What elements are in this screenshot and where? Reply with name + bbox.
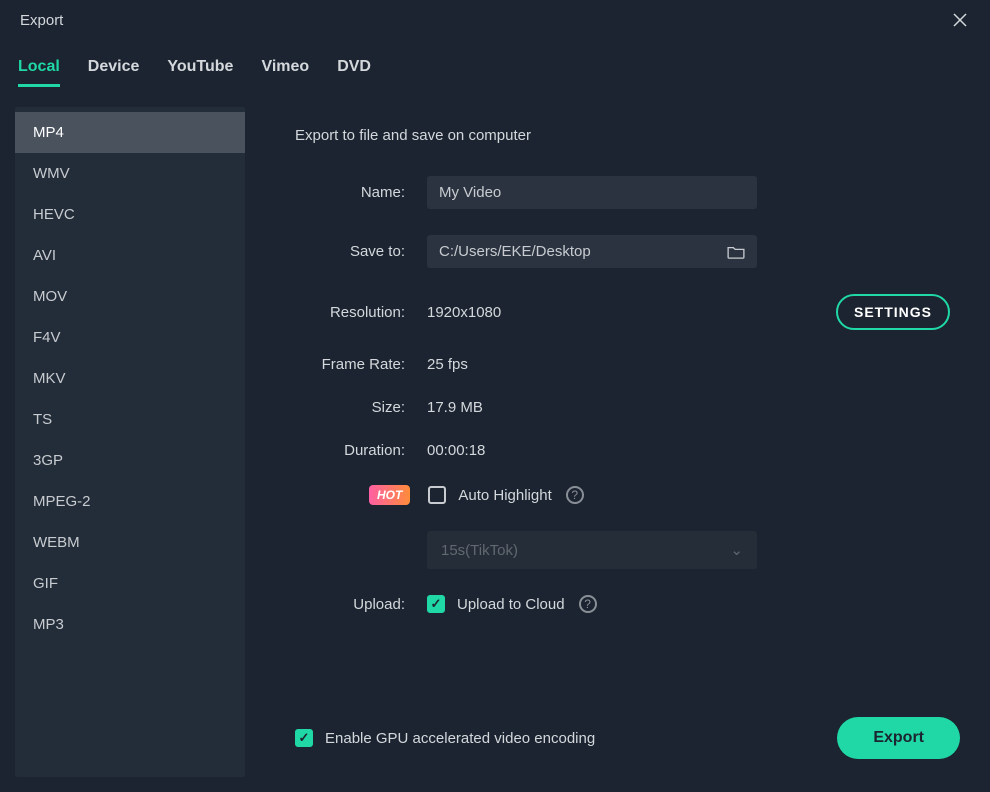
- folder-icon[interactable]: [727, 245, 745, 259]
- resolution-label: Resolution:: [295, 304, 405, 321]
- format-item-mp4[interactable]: MP4: [15, 112, 245, 153]
- framerate-value: 25 fps: [427, 356, 468, 373]
- duration-value: 00:00:18: [427, 442, 485, 459]
- format-item-mkv[interactable]: MKV: [15, 358, 245, 399]
- tab-bar: Local Device YouTube Vimeo DVD: [0, 40, 990, 87]
- format-item-3gp[interactable]: 3GP: [15, 440, 245, 481]
- saveto-label: Save to:: [295, 243, 405, 260]
- size-value: 17.9 MB: [427, 399, 483, 416]
- upload-label: Upload:: [295, 596, 405, 613]
- framerate-label: Frame Rate:: [295, 356, 405, 373]
- saveto-field[interactable]: C:/Users/EKE/Desktop: [427, 235, 757, 268]
- format-item-mov[interactable]: MOV: [15, 276, 245, 317]
- upload-cloud-label: Upload to Cloud: [457, 596, 565, 613]
- format-item-avi[interactable]: AVI: [15, 235, 245, 276]
- help-icon[interactable]: ?: [579, 595, 597, 613]
- format-item-gif[interactable]: GIF: [15, 563, 245, 604]
- size-label: Size:: [295, 399, 405, 416]
- duration-label: Duration:: [295, 442, 405, 459]
- close-icon[interactable]: [950, 10, 970, 30]
- auto-highlight-checkbox[interactable]: [428, 486, 446, 504]
- saveto-path: C:/Users/EKE/Desktop: [439, 243, 591, 260]
- help-icon[interactable]: ?: [566, 486, 584, 504]
- tab-device[interactable]: Device: [88, 58, 140, 87]
- title-bar: Export: [0, 0, 990, 40]
- resolution-value: 1920x1080: [427, 304, 501, 321]
- format-item-webm[interactable]: WEBM: [15, 522, 245, 563]
- tab-dvd[interactable]: DVD: [337, 58, 371, 87]
- name-label: Name:: [295, 184, 405, 201]
- name-input-wrap[interactable]: [427, 176, 757, 209]
- highlight-duration-select[interactable]: 15s(TikTok) ⌄: [427, 531, 757, 569]
- tab-youtube[interactable]: YouTube: [167, 58, 233, 87]
- highlight-select-value: 15s(TikTok): [441, 542, 518, 559]
- auto-highlight-label: Auto Highlight: [458, 487, 551, 504]
- gpu-label: Enable GPU accelerated video encoding: [325, 730, 595, 747]
- tab-vimeo[interactable]: Vimeo: [261, 58, 309, 87]
- format-item-f4v[interactable]: F4V: [15, 317, 245, 358]
- hot-badge: HOT: [369, 485, 410, 505]
- chevron-down-icon: ⌄: [730, 541, 743, 559]
- panel-heading: Export to file and save on computer: [295, 127, 950, 144]
- settings-button[interactable]: SETTINGS: [836, 294, 950, 330]
- format-item-mp3[interactable]: MP3: [15, 604, 245, 645]
- format-item-mpeg-2[interactable]: MPEG-2: [15, 481, 245, 522]
- gpu-checkbox[interactable]: [295, 729, 313, 747]
- format-sidebar: MP4WMVHEVCAVIMOVF4VMKVTS3GPMPEG-2WEBMGIF…: [15, 107, 245, 777]
- export-button[interactable]: Export: [837, 717, 960, 759]
- tab-local[interactable]: Local: [18, 58, 60, 87]
- window-title: Export: [20, 12, 63, 29]
- format-item-hevc[interactable]: HEVC: [15, 194, 245, 235]
- format-item-ts[interactable]: TS: [15, 399, 245, 440]
- export-panel: Export to file and save on computer Name…: [245, 107, 990, 777]
- upload-cloud-checkbox[interactable]: [427, 595, 445, 613]
- name-input[interactable]: [439, 184, 745, 201]
- format-item-wmv[interactable]: WMV: [15, 153, 245, 194]
